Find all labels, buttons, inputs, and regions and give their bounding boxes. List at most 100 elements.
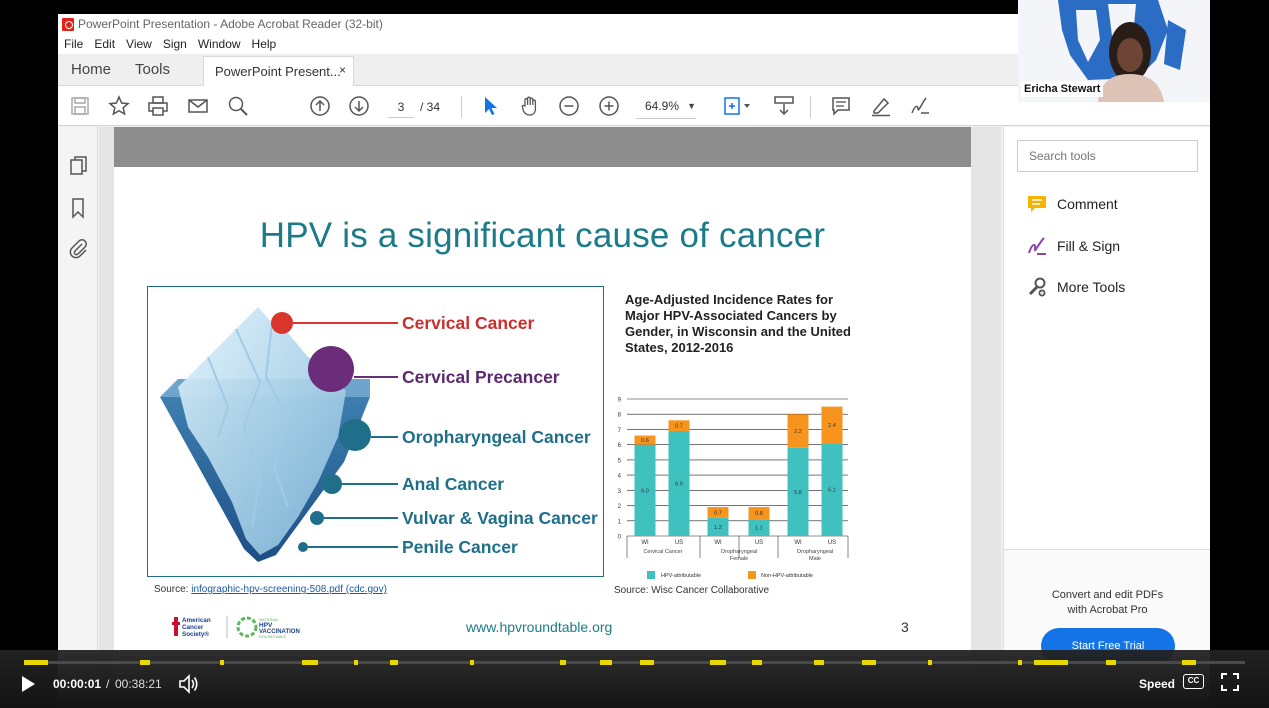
data-label: 0.6 [641,438,649,444]
svg-text:Cancer: Cancer [182,624,204,631]
x-tick-label: US [675,540,683,546]
fullscreen-icon[interactable] [1221,673,1239,691]
chapter-marker [814,660,824,665]
zoom-in-icon[interactable] [597,94,621,118]
website-url: www.hpvroundtable.org [466,619,613,635]
tool-more-tools-label: More Tools [1057,279,1126,295]
page-number-input[interactable] [388,96,414,118]
legend-swatch-hpv [647,571,655,579]
group-label: Male [809,556,821,562]
chapter-marker [600,660,612,665]
chapter-marker [1106,660,1116,665]
progress-bar[interactable] [24,660,1245,665]
tab-home[interactable]: Home [71,61,111,78]
select-cursor-icon[interactable] [478,94,502,118]
close-tab-icon[interactable]: × [339,63,346,77]
tool-fill-sign[interactable]: Fill & Sign [1026,234,1120,258]
email-icon[interactable] [186,94,210,118]
iceberg-source-prefix: Source: [154,584,192,595]
chapter-marker [140,660,150,665]
data-label: 6.1 [828,488,836,494]
sign-icon[interactable] [908,94,932,118]
x-tick-label: WI [641,540,649,546]
chart-title: Age-Adjusted Incidence Rates for Major H… [625,292,851,355]
print-icon[interactable] [146,94,170,118]
total-time: 00:38:21 [115,677,162,691]
group-label: Oropharyngeal [797,549,833,555]
scroll-mode-icon[interactable] [772,94,796,118]
promo-line-1: Convert and edit PDFs [1051,589,1164,601]
captions-button[interactable]: CC [1183,674,1204,689]
data-label: 0.8 [755,511,763,517]
data-label: 1.1 [755,526,763,532]
y-tick-label: 7 [618,428,622,434]
incidence-bar-chart: 0 1 2 3 4 5 6 7 8 9 6.0 0.6 WI 6.9 0.7 US 1.2 0.7 WI 1.1 0.8… [618,398,849,579]
toolbar-divider [461,96,462,118]
zoom-out-icon[interactable] [557,94,581,118]
page-up-icon[interactable] [308,94,332,118]
tab-document[interactable]: PowerPoint Present... × [203,56,354,86]
comment-icon[interactable] [829,94,853,118]
chapter-marker [354,660,358,665]
page-total: / 34 [420,100,441,114]
group-label: Female [730,556,748,562]
tool-comment[interactable]: Comment [1026,192,1118,216]
tool-more-tools[interactable]: More Tools [1026,275,1125,299]
svg-text:Society®: Society® [182,630,209,638]
menu-edit[interactable]: Edit [94,37,115,51]
speed-button[interactable]: Speed [1139,677,1175,691]
data-label: 0.7 [714,510,722,516]
pages-icon[interactable] [67,155,89,177]
pdf-icon [62,17,74,31]
legend-label: HPV-attributable [661,573,701,579]
bookmark-star-icon[interactable] [107,94,131,118]
y-tick-label: 0 [618,535,622,541]
chapter-marker [928,660,932,665]
save-icon[interactable] [68,94,92,118]
chapter-marker [710,660,726,665]
menu-file[interactable]: File [64,37,83,51]
menu-view[interactable]: View [126,37,152,51]
menu-sign[interactable]: Sign [163,37,187,51]
data-label: 2.2 [794,429,802,435]
hand-icon[interactable] [518,94,542,118]
video-stage: PowerPoint Presentation - Adobe Acrobat … [0,0,1269,708]
slide-page: HPV is a significant cause of cancer Cer… [114,167,971,687]
legend-swatch-non-hpv [748,571,756,579]
webcam-overlay: Ericha Stewart [1018,0,1210,102]
menu-help[interactable]: Help [252,37,277,51]
play-icon[interactable] [18,674,38,694]
y-tick-label: 8 [618,413,622,419]
attachments-icon[interactable] [67,238,89,260]
svg-text:American: American [182,617,211,624]
chevron-down-icon: ▼ [687,101,696,111]
highlight-icon[interactable] [869,94,893,118]
tab-tools[interactable]: Tools [135,61,170,78]
page-fit-icon[interactable] [721,94,753,118]
data-label: 2.4 [828,423,836,429]
chapter-marker [640,660,654,665]
chapter-marker [24,660,48,665]
search-tools-input[interactable] [1017,140,1198,172]
zoom-select[interactable]: 64.9% ▼ [636,99,696,119]
chart-source: Source: Wisc Cancer Collaborative [614,585,770,596]
tool-comment-label: Comment [1057,196,1118,212]
document-tab-label: PowerPoint Present... [215,64,341,79]
chapter-marker [390,660,398,665]
slide-number: 3 [901,619,909,635]
tools-pane: Comment Fill & Sign More Tools Convert a… [1003,127,1210,708]
menu-window[interactable]: Window [198,37,241,51]
volume-icon[interactable] [178,674,200,694]
chapter-marker [1034,660,1068,665]
iceberg-source-link[interactable]: infographic-hpv-screening-508.pdf (cdc.g… [191,584,387,595]
search-zoom-icon[interactable] [226,94,250,118]
document-viewport[interactable]: HPV is a significant cause of cancer Cer… [99,127,1039,708]
page-down-icon[interactable] [347,94,371,118]
american-cancer-society-logo: American Cancer Society® [172,616,228,638]
chapter-marker [470,660,474,665]
y-tick-label: 6 [618,443,622,449]
bookmarks-icon[interactable] [67,197,89,219]
zoom-value: 64.9% [645,99,680,113]
video-controls: 00:00:01 / 00:38:21 Speed CC [0,650,1269,708]
data-label: 1.2 [714,525,722,531]
